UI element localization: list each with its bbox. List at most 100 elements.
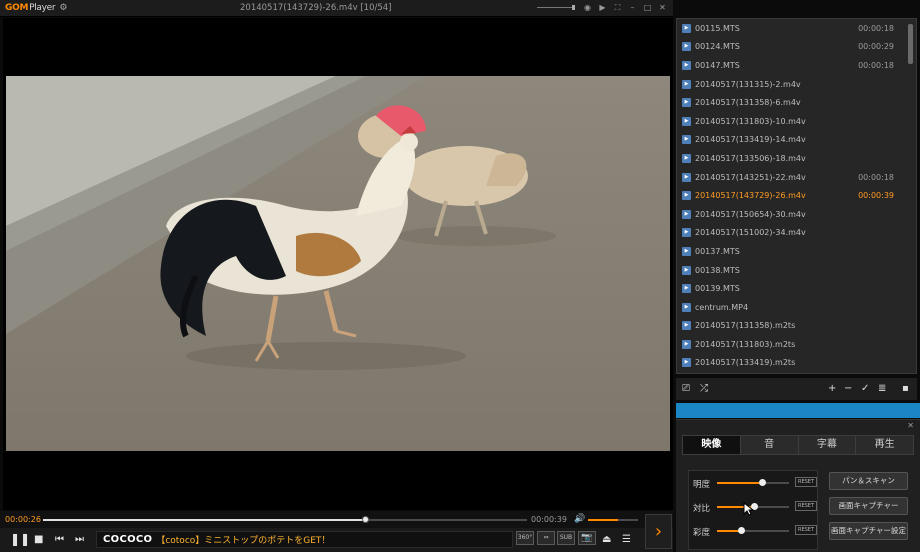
playlist-item-name: 20140517(131358).m2ts [695,321,796,331]
video-file-icon: ▶ [682,228,691,238]
tab-video[interactable]: 映像 [683,436,741,454]
volume-icon[interactable]: 🔊 [574,514,585,524]
playlist-scrollbar[interactable] [908,24,913,64]
saturation-reset-button[interactable]: RESET [795,525,817,535]
seek-knob[interactable] [361,516,369,523]
video-file-icon: ▶ [682,98,691,108]
panel-close-icon[interactable]: ✕ [907,421,914,430]
vr-360-icon[interactable]: 360° [516,531,534,545]
playlist-item[interactable]: ▶ 20140517(131358)-6.m4v [677,93,916,112]
playlist-toolbar: ⎚ ⤮ + − ✓ ≣ ▪ [676,378,917,400]
playlist-item-name: 00124.MTS [695,42,740,52]
tab-audio[interactable]: 音 [740,436,799,454]
video-file-icon: ▶ [682,153,691,163]
brightness-knob[interactable] [758,479,766,486]
logo-product: Player [29,3,56,13]
video-area[interactable] [3,18,673,510]
playlist-item-name: 20140517(131803)-10.m4v [695,116,806,126]
playlist-item-duration: 00:00:18 [858,23,894,33]
brightness-reset-button[interactable]: RESET [795,477,817,487]
shuffle-icon[interactable]: ⤮ [700,382,708,396]
contrast-label: 対比 [693,504,711,514]
add-icon[interactable]: + [828,382,836,396]
playlist-item[interactable]: ▶ 20140517(131358).m2ts [677,317,916,336]
video-file-icon: ▶ [682,42,691,52]
video-file-icon: ▶ [682,191,691,201]
save-icon[interactable]: ▪ [902,382,909,396]
playlist-item[interactable]: ▶ 20140517(151002)-34.m4v [677,224,916,243]
audio-mode-icon[interactable]: ◉ [583,3,592,12]
saturation-slider[interactable] [717,527,789,534]
settings-gear-icon[interactable]: ⚙ [59,3,68,13]
stop-icon[interactable]: ■ [34,533,43,547]
playlist-item-name: 20140517(133506)-18.m4v [695,153,806,163]
menu-icon[interactable]: ☰ [622,533,631,547]
playlist-item[interactable]: ▶ 20140517(133506)-18.m4v [677,149,916,168]
playlist-item[interactable]: ▶ centrum.MP4 [677,298,916,317]
saturation-knob[interactable] [737,527,745,534]
pause-icon[interactable]: ❚❚ [10,532,30,546]
screen-capture-button[interactable]: 画面キャプチャー [829,497,908,515]
saturation-label: 彩度 [693,528,711,538]
pan-scan-button[interactable]: パン＆スキャン [829,472,908,490]
playlist-item-name: 20140517(133419)-14.m4v [695,135,806,145]
ad-brand: COCOCO [103,534,153,545]
playlist-item-name: 00139.MTS [695,284,740,294]
subtitle-button[interactable]: SUB [557,531,575,545]
next-icon[interactable]: ⏭ [75,533,84,547]
playlist-toggle-chevron-icon[interactable]: › [645,514,672,549]
aspect-ratio-icon[interactable]: ⇔ [537,531,555,545]
minimize-icon[interactable]: – [628,3,637,12]
seek-bar[interactable] [43,516,527,523]
tab-subtitle[interactable]: 字幕 [798,436,857,454]
playlist-item[interactable]: ▶ 20140517(143729)-26.m4v 00:00:39 [677,186,916,205]
playlist-item[interactable]: ▶ 20140517(133419)-14.m4v [677,131,916,150]
volume-slider[interactable] [588,519,638,521]
playlist-item-name: 20140517(131358)-6.m4v [695,98,801,108]
previous-icon[interactable]: ⏮ [55,533,64,547]
compact-mode-icon[interactable]: ⛶ [613,3,622,12]
camera-icon[interactable]: 📷 [578,531,596,545]
title-bar: GOMPlayer ⚙ 20140517(143729)-26.m4v [10/… [0,0,673,17]
play-mini-icon[interactable]: ▶ [598,3,607,12]
seek-fill [43,519,366,521]
playlist-item[interactable]: ▶ 20140517(131803)-10.m4v [677,112,916,131]
video-file-icon: ▶ [682,358,691,368]
check-icon[interactable]: ✓ [861,382,869,396]
playlist-item-name: 20140517(151002)-34.m4v [695,228,806,238]
playlist: ▶ 00115.MTS 00:00:18 ▶ 00124.MTS 00:00:29 ▶ 001… [676,18,917,374]
playlist-item[interactable]: ▶ 00138.MTS [677,261,916,280]
playlist-item[interactable]: ▶ 00137.MTS [677,242,916,261]
contrast-reset-button[interactable]: RESET [795,501,817,511]
playlist-item[interactable]: ▶ 00139.MTS [677,279,916,298]
list-icon[interactable]: ≣ [878,382,886,396]
ad-banner[interactable]: COCOCO 【cotoco】ミニストップのポテトをGET！ [96,531,513,548]
playlist-item[interactable]: ▶ 20140517(133419).m2ts [677,354,916,373]
playlist-item[interactable]: ▶ 20140517(150654)-30.m4v [677,205,916,224]
brightness-slider[interactable] [717,479,789,486]
playlist-item[interactable]: ▶ 00147.MTS 00:00:18 [677,56,916,75]
tab-playback[interactable]: 再生 [856,436,913,454]
capture-settings-button[interactable]: 画面キャプチャー設定 [829,522,908,540]
video-file-icon: ▶ [682,302,691,312]
mouse-cursor-icon [743,502,755,516]
playlist-item[interactable]: ▶ 20140517(131803).m2ts [677,335,916,354]
opacity-slider[interactable] [537,5,575,10]
video-file-icon: ▶ [682,246,691,256]
remove-icon[interactable]: − [844,382,852,396]
playlist-item[interactable]: ▶ 00124.MTS 00:00:29 [677,38,916,57]
eject-icon[interactable]: ⏏ [602,533,611,547]
contrast-row: 対比 RESET [693,500,819,514]
maximize-icon[interactable]: □ [643,3,652,12]
close-icon[interactable]: ✕ [658,3,667,12]
app-logo[interactable]: GOMPlayer [5,3,56,13]
playlist-item[interactable]: ▶ 00115.MTS 00:00:18 [677,19,916,38]
video-file-icon: ▶ [682,116,691,126]
playlist-item[interactable]: ▶ 20140517(143251)-22.m4v 00:00:18 [677,168,916,187]
video-frame[interactable] [6,76,670,451]
playlist-item-name: 20140517(133419).m2ts [695,358,796,368]
video-file-icon: ▶ [682,135,691,145]
subtitle-toggle-icon[interactable]: ⎚ [682,382,690,396]
playlist-item[interactable]: ▶ 20140517(131315)-2.m4v [677,75,916,94]
control-panel: ✕ 映像 音 字幕 再生 明度 RESET 対比 RESET 彩度 RESET … [676,419,920,552]
